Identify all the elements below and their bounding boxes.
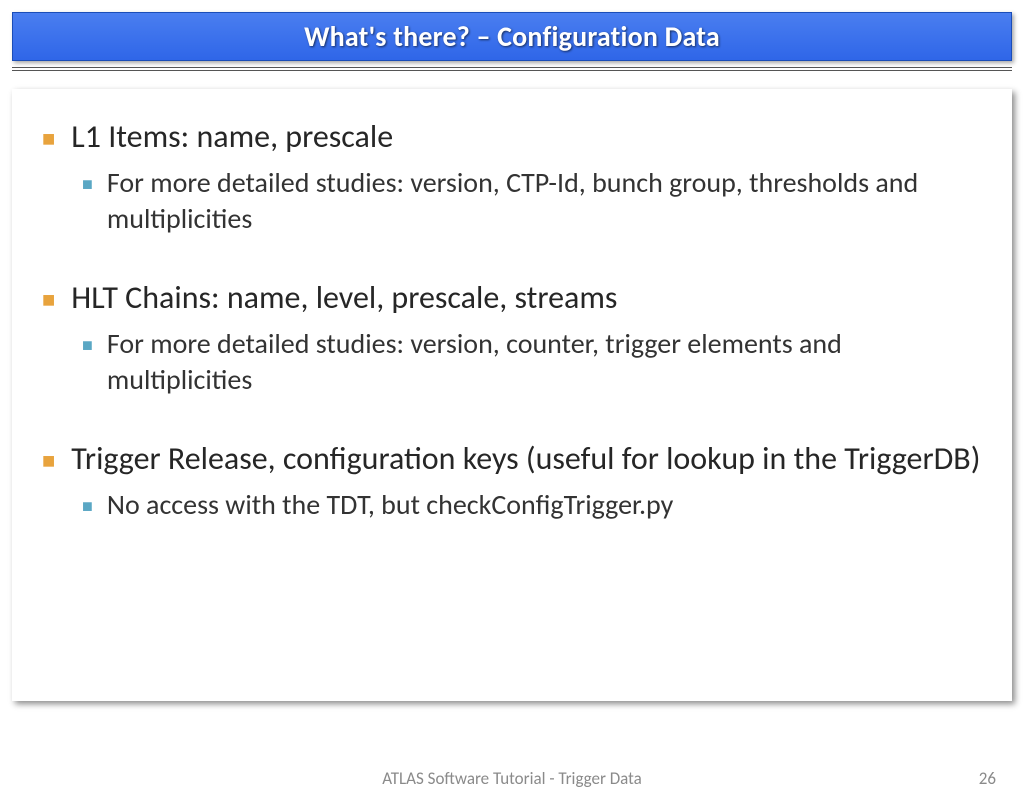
main-bullet-line: ■ Trigger Release, configuration keys (u… (42, 439, 982, 479)
bullet-item: ■ HLT Chains: name, level, prescale, str… (42, 278, 982, 399)
content-box: ■ L1 Items: name, prescale ■ For more de… (12, 89, 1012, 701)
sub-bullet-text: No access with the TDT, but checkConfigT… (107, 487, 673, 523)
main-bullet-text: L1 Items: name, prescale (71, 117, 393, 157)
main-bullet-text: HLT Chains: name, level, prescale, strea… (71, 278, 617, 318)
main-bullet-text: Trigger Release, configuration keys (use… (71, 439, 980, 479)
square-bullet-icon: ■ (42, 286, 55, 314)
main-bullet-line: ■ HLT Chains: name, level, prescale, str… (42, 278, 982, 318)
sub-bullet-text: For more detailed studies: version, coun… (107, 326, 982, 399)
bullet-item: ■ L1 Items: name, prescale ■ For more de… (42, 117, 982, 238)
slide-title: What's there? – Configuration Data (304, 19, 720, 54)
sub-bullet-text: For more detailed studies: version, CTP-… (107, 165, 982, 238)
square-bullet-icon: ■ (42, 447, 55, 475)
sub-bullet-line: ■ For more detailed studies: version, co… (82, 326, 982, 399)
page-number: 26 (979, 768, 996, 789)
bullet-item: ■ Trigger Release, configuration keys (u… (42, 439, 982, 523)
footer-text: ATLAS Software Tutorial - Trigger Data (382, 768, 642, 789)
title-divider (12, 67, 1012, 71)
square-bullet-icon: ■ (42, 125, 55, 153)
slide-title-bar: What's there? – Configuration Data (12, 12, 1012, 61)
square-bullet-icon: ■ (82, 173, 93, 196)
main-bullet-line: ■ L1 Items: name, prescale (42, 117, 982, 157)
square-bullet-icon: ■ (82, 334, 93, 357)
square-bullet-icon: ■ (82, 495, 93, 518)
sub-bullet-line: ■ No access with the TDT, but checkConfi… (82, 487, 982, 523)
sub-bullet-line: ■ For more detailed studies: version, CT… (82, 165, 982, 238)
